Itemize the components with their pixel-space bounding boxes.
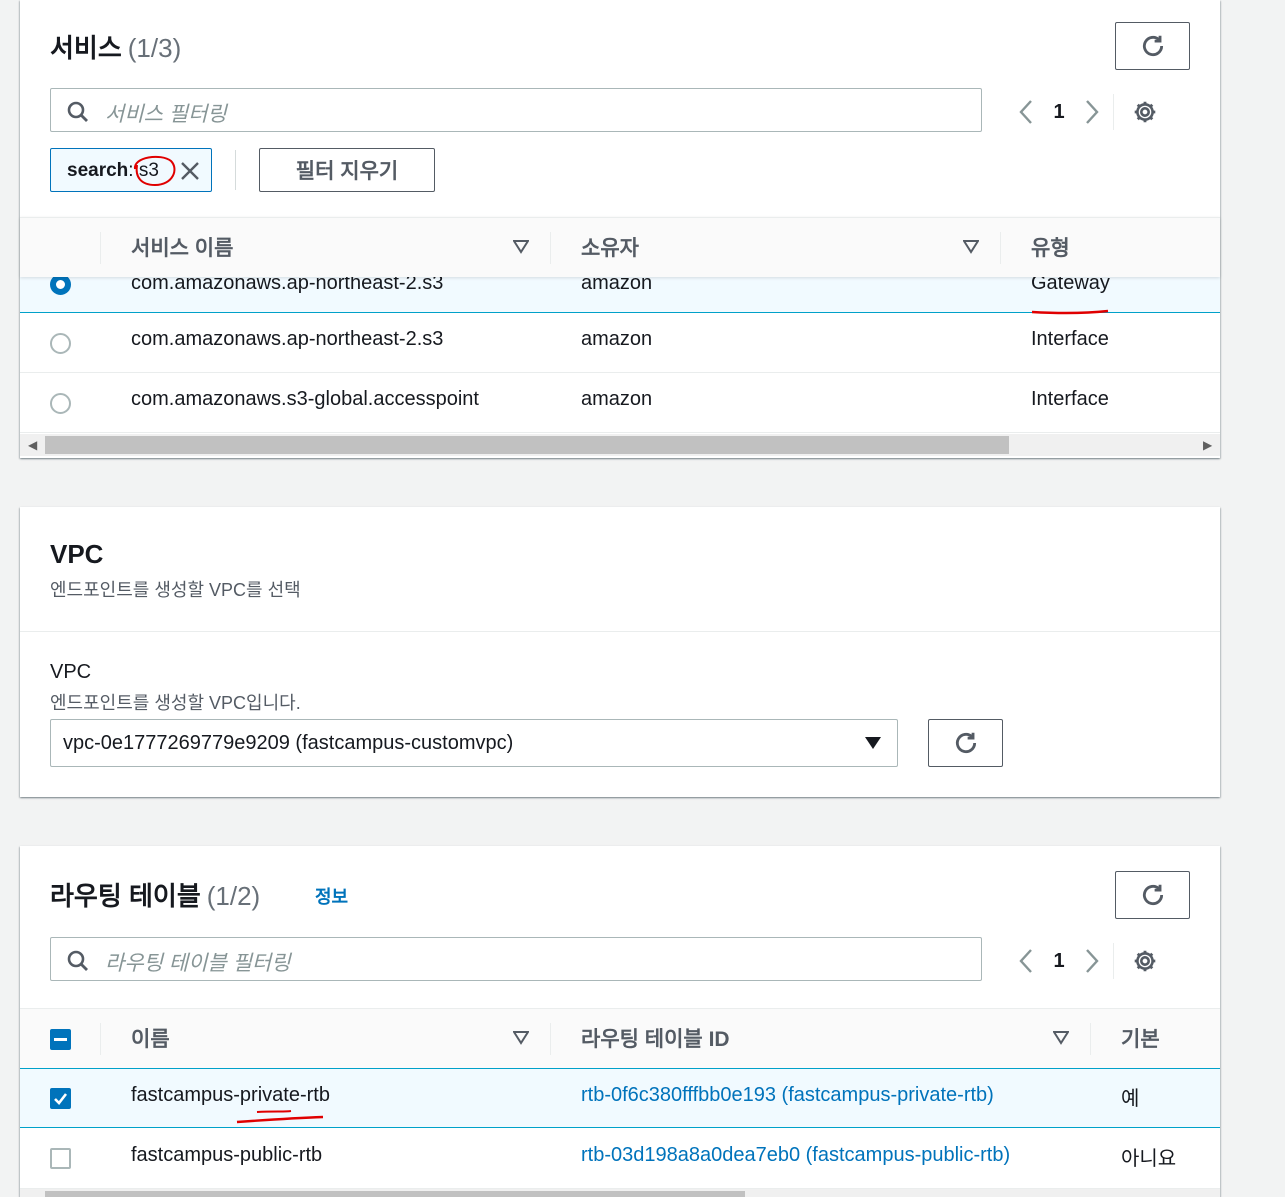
- chevron-left-icon[interactable]: [1015, 97, 1039, 127]
- pager-divider: [1113, 943, 1114, 979]
- vpc-field-description: 엔드포인트를 생성할 VPC입니다.: [50, 693, 301, 713]
- scrollbar-thumb[interactable]: [45, 1191, 745, 1197]
- row-checkbox[interactable]: [50, 1088, 71, 1109]
- chevron-right-icon[interactable]: [1079, 97, 1103, 127]
- services-search-input[interactable]: 서비스 필터링: [50, 88, 982, 132]
- row-checkbox[interactable]: [50, 1148, 71, 1169]
- checkmark-icon: [54, 1093, 68, 1105]
- vpc-select-value: vpc-0e1777269779e9209 (fastcampus-custom…: [63, 732, 514, 754]
- chevron-left-icon[interactable]: [1015, 946, 1039, 976]
- search-icon: [67, 101, 88, 122]
- route-id-link[interactable]: rtb-0f6c380fffbb0e193 (fastcampus-privat…: [581, 1084, 994, 1107]
- route-pagination: 1: [1015, 943, 1158, 979]
- gear-icon[interactable]: [1132, 99, 1158, 125]
- vpc-panel: VPC 엔드포인트를 생성할 VPC를 선택 VPC 엔드포인트를 생성할 VP…: [20, 507, 1220, 797]
- services-pagination: 1: [1015, 94, 1158, 130]
- table-row[interactable]: fastcampus-public-rtb rtb-03d198a8a0dea7…: [20, 1129, 1220, 1189]
- column-divider: [550, 232, 551, 264]
- scroll-right-icon[interactable]: ▶: [1203, 438, 1212, 452]
- scrollbar-thumb[interactable]: [45, 436, 1009, 454]
- sort-icon[interactable]: [1053, 1031, 1069, 1045]
- type-cell: Interface: [1031, 328, 1109, 350]
- route-table-panel: 라우팅 테이블 (1/2) 정보 라우팅 테이블 필터링 1 이름 라우팅 테이블…: [20, 846, 1220, 1197]
- page-number[interactable]: 1: [1039, 950, 1079, 973]
- info-link[interactable]: 정보: [315, 883, 348, 909]
- token-key: search: [67, 160, 129, 181]
- refresh-icon: [955, 732, 976, 754]
- row-radio[interactable]: [50, 274, 71, 295]
- service-name-cell: com.amazonaws.s3-global.accesspoint: [131, 388, 479, 410]
- search-placeholder: 서비스 필터링: [105, 103, 227, 126]
- route-name-cell: fastcampus-private-rtb: [131, 1084, 330, 1106]
- vpc-header-divider: [20, 631, 1220, 632]
- main-cell: 아니요: [1121, 1148, 1177, 1170]
- column-divider: [1000, 232, 1001, 264]
- route-name-cell: fastcampus-public-rtb: [131, 1144, 323, 1166]
- page-number[interactable]: 1: [1039, 101, 1079, 124]
- route-refresh-button[interactable]: [1115, 871, 1190, 919]
- caret-down-icon: [865, 737, 881, 749]
- horizontal-scrollbar[interactable]: [20, 1189, 1220, 1197]
- search-icon: [67, 950, 88, 971]
- filter-token: search: s3: [50, 148, 212, 192]
- route-title-text: 라우팅 테이블: [50, 881, 201, 911]
- search-placeholder: 라우팅 테이블 필터링: [105, 952, 291, 975]
- vpc-select[interactable]: vpc-0e1777269779e9209 (fastcampus-custom…: [50, 719, 898, 767]
- services-title-text: 서비스: [50, 33, 122, 63]
- sort-icon[interactable]: [513, 240, 529, 254]
- pager-divider: [1113, 94, 1114, 130]
- services-refresh-button[interactable]: [1115, 22, 1190, 70]
- indeterminate-icon: [54, 1038, 67, 1041]
- vpc-field-label: VPC: [50, 661, 92, 683]
- sort-icon[interactable]: [963, 240, 979, 254]
- token-divider: [235, 150, 236, 190]
- vpc-title: VPC: [50, 539, 104, 569]
- table-row[interactable]: com.amazonaws.s3-global.accesspoint amaz…: [20, 373, 1220, 433]
- owner-cell: amazon: [581, 328, 653, 350]
- refresh-icon: [1142, 884, 1163, 906]
- column-divider: [1090, 1023, 1091, 1055]
- gear-icon[interactable]: [1132, 948, 1158, 974]
- route-table-header: 이름 라우팅 테이블 ID 기본: [20, 1008, 1220, 1068]
- refresh-icon: [1142, 35, 1163, 57]
- column-divider: [100, 1023, 101, 1055]
- services-panel: 서비스 (1/3) 서비스 필터링 1 search: s3 필터 지우기 서비스…: [20, 0, 1220, 458]
- services-table-header: 서비스 이름 소유자 유형: [20, 217, 1220, 277]
- column-divider: [100, 232, 101, 264]
- column-owner[interactable]: 소유자: [581, 232, 639, 262]
- services-title: 서비스 (1/3): [50, 28, 181, 65]
- column-service-name[interactable]: 서비스 이름: [131, 232, 233, 262]
- annotation-circle: [134, 155, 176, 187]
- select-all-checkbox[interactable]: [50, 1029, 71, 1050]
- route-count: (1/2): [206, 881, 261, 911]
- vpc-refresh-button[interactable]: [928, 719, 1003, 767]
- type-cell: Interface: [1031, 388, 1109, 410]
- chevron-right-icon[interactable]: [1079, 946, 1103, 976]
- column-main[interactable]: 기본: [1121, 1023, 1160, 1053]
- row-radio[interactable]: [50, 393, 71, 414]
- column-type[interactable]: 유형: [1031, 232, 1070, 262]
- column-route-table-id[interactable]: 라우팅 테이블 ID: [581, 1023, 730, 1053]
- vpc-subtitle: 엔드포인트를 생성할 VPC를 선택: [50, 580, 301, 600]
- horizontal-scrollbar[interactable]: ◀ ▶: [20, 434, 1220, 456]
- main-cell: 예: [1121, 1088, 1140, 1110]
- table-row[interactable]: fastcampus-private-rtb rtb-0f6c380fffbb0…: [20, 1068, 1220, 1128]
- scroll-left-icon[interactable]: ◀: [28, 438, 37, 452]
- table-row[interactable]: com.amazonaws.ap-northeast-2.s3 amazon I…: [20, 313, 1220, 373]
- service-name-cell: com.amazonaws.ap-northeast-2.s3: [131, 328, 444, 350]
- row-radio[interactable]: [50, 333, 71, 354]
- sort-icon[interactable]: [513, 1031, 529, 1045]
- annotation-underline: [236, 1110, 324, 1124]
- column-name[interactable]: 이름: [131, 1023, 170, 1053]
- clear-filter-button[interactable]: 필터 지우기: [259, 148, 435, 192]
- column-divider: [550, 1023, 551, 1055]
- route-id-link[interactable]: rtb-03d198a8a0dea7eb0 (fastcampus-public…: [581, 1144, 1010, 1167]
- owner-cell: amazon: [581, 388, 653, 410]
- services-count: (1/3): [127, 33, 182, 63]
- route-table-title: 라우팅 테이블 (1/2): [50, 876, 260, 913]
- route-search-input[interactable]: 라우팅 테이블 필터링: [50, 937, 982, 981]
